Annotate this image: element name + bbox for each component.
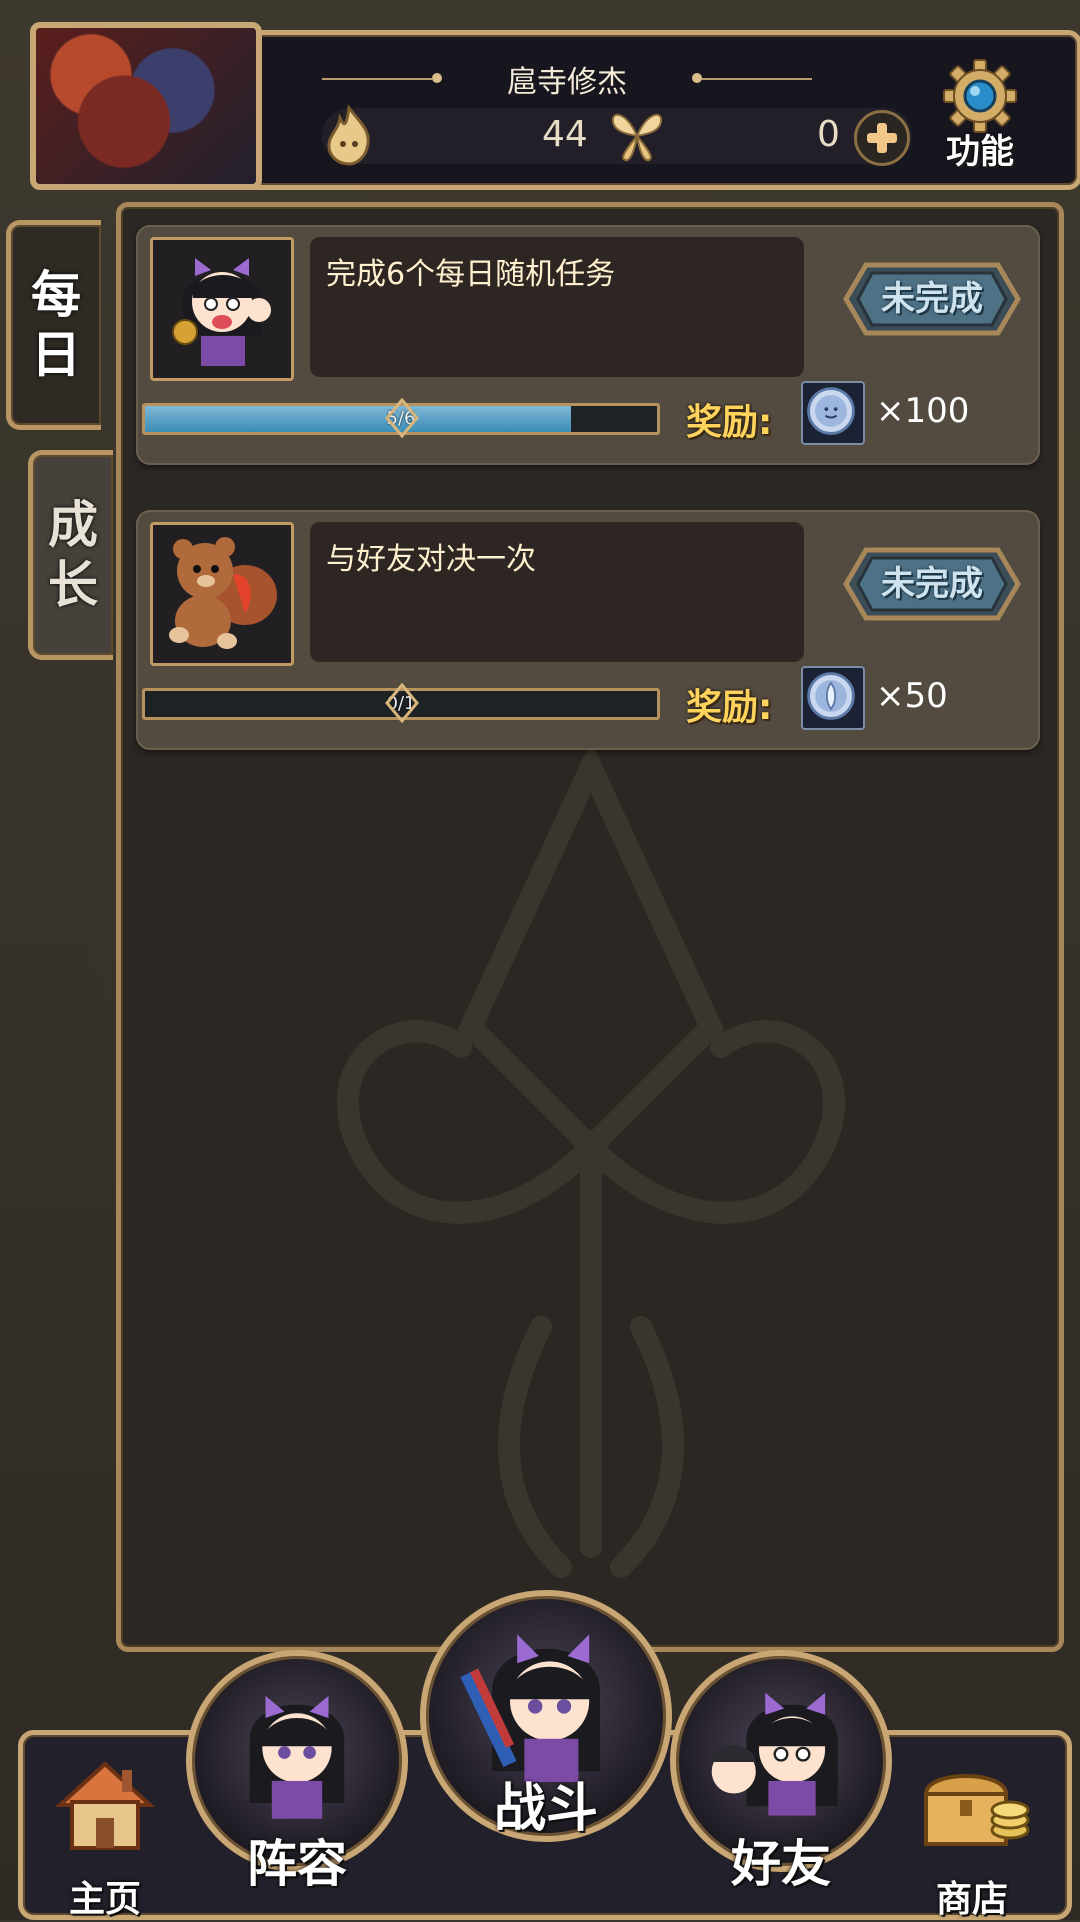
- quest-icon: [150, 237, 294, 381]
- quest-progress-bar: 0/1: [142, 683, 660, 723]
- nav-shop-label: 商店: [935, 1879, 1008, 1920]
- progress-diamond-icon: [385, 398, 419, 438]
- status-label: 未完成: [881, 279, 983, 319]
- name-dot-left: [432, 73, 442, 83]
- name-dot-right: [692, 73, 702, 83]
- progress-diamond-icon: [385, 683, 419, 723]
- nav-friends-label: 好友: [731, 1835, 831, 1893]
- player-name: 扈寺修杰: [507, 65, 627, 100]
- tab-daily[interactable]: 每 日: [6, 220, 101, 430]
- quest-description: 与好友对决一次: [326, 542, 536, 577]
- player-avatar[interactable]: [30, 22, 262, 190]
- name-divider-right: [702, 78, 812, 80]
- coin-icon: [807, 387, 855, 435]
- reward-label: 奖励:: [686, 687, 773, 728]
- coin-icon: [807, 672, 855, 720]
- avatar-image: [36, 28, 256, 184]
- nav-battle-button[interactable]: 战斗: [420, 1590, 672, 1842]
- nav-team-label: 阵容: [247, 1835, 347, 1893]
- nav-battle-label: 战斗: [493, 1779, 598, 1839]
- reward-quantity: ×100: [876, 391, 970, 431]
- team-character-icon: [249, 1695, 345, 1819]
- tab-growth-char-2: 长: [48, 556, 98, 614]
- friends-character-icon: [711, 1692, 838, 1816]
- tab-daily-char-2: 日: [31, 326, 81, 384]
- nav-home-button[interactable]: 主页: [50, 1750, 160, 1920]
- add-currency-button[interactable]: [854, 110, 910, 166]
- quest-description-box: 与好友对决一次: [310, 522, 804, 662]
- quest-progress-bar: 5/6: [142, 398, 660, 438]
- name-bar: 扈寺修杰: [322, 56, 812, 102]
- quest-description-box: 完成6个每日随机任务: [310, 237, 804, 377]
- reward-item[interactable]: [801, 666, 865, 730]
- nav-friends-button[interactable]: 好友: [670, 1650, 892, 1893]
- tab-growth-char-1: 成: [48, 496, 98, 554]
- flame-icon: [327, 104, 370, 166]
- reward-quantity: ×50: [876, 676, 948, 716]
- status-label: 未完成: [881, 564, 983, 604]
- name-divider-left: [322, 78, 432, 80]
- reward-item[interactable]: [801, 381, 865, 445]
- butterfly-icon: [611, 113, 663, 162]
- reward-label: 奖励:: [686, 402, 773, 443]
- nav-home-label: 主页: [68, 1879, 141, 1920]
- resource-bar: 44 0: [322, 104, 912, 166]
- stamina-value: 44: [542, 114, 588, 155]
- quest-card: 完成6个每日随机任务 未完成 5/6 奖励: ×100: [136, 225, 1040, 465]
- function-label: 功能: [946, 132, 1014, 172]
- chest-icon: [923, 1774, 1030, 1846]
- house-icon: [54, 1761, 156, 1850]
- tab-daily-char-1: 每: [31, 266, 81, 324]
- background-ornament: [336, 740, 846, 1578]
- currency-value: 0: [817, 114, 840, 155]
- bear-icon: [153, 525, 291, 663]
- gear-icon: [943, 59, 1017, 133]
- nav-shop-button[interactable]: 商店: [912, 1750, 1032, 1920]
- function-button[interactable]: 功能: [932, 58, 1028, 172]
- bottom-navigation: 主页 阵容 战斗 好友 商店: [0, 1590, 1080, 1920]
- quest-card: 与好友对决一次 未完成 0/1 奖励: ×50: [136, 510, 1040, 750]
- nav-team-button[interactable]: 阵容: [186, 1650, 408, 1893]
- quest-description: 完成6个每日随机任务: [326, 257, 616, 292]
- quest-icon: [150, 522, 294, 666]
- tab-growth[interactable]: 成 长: [28, 450, 113, 660]
- quest-status-button[interactable]: 未完成: [842, 259, 1022, 339]
- top-header: 扈寺修杰 44 0 功能: [12, 8, 1080, 190]
- chibi-girl-icon: [153, 240, 291, 378]
- quest-status-button[interactable]: 未完成: [842, 544, 1022, 624]
- quest-panel: 完成6个每日随机任务 未完成 5/6 奖励: ×100 与好友对决一次 未完成 …: [116, 202, 1064, 1652]
